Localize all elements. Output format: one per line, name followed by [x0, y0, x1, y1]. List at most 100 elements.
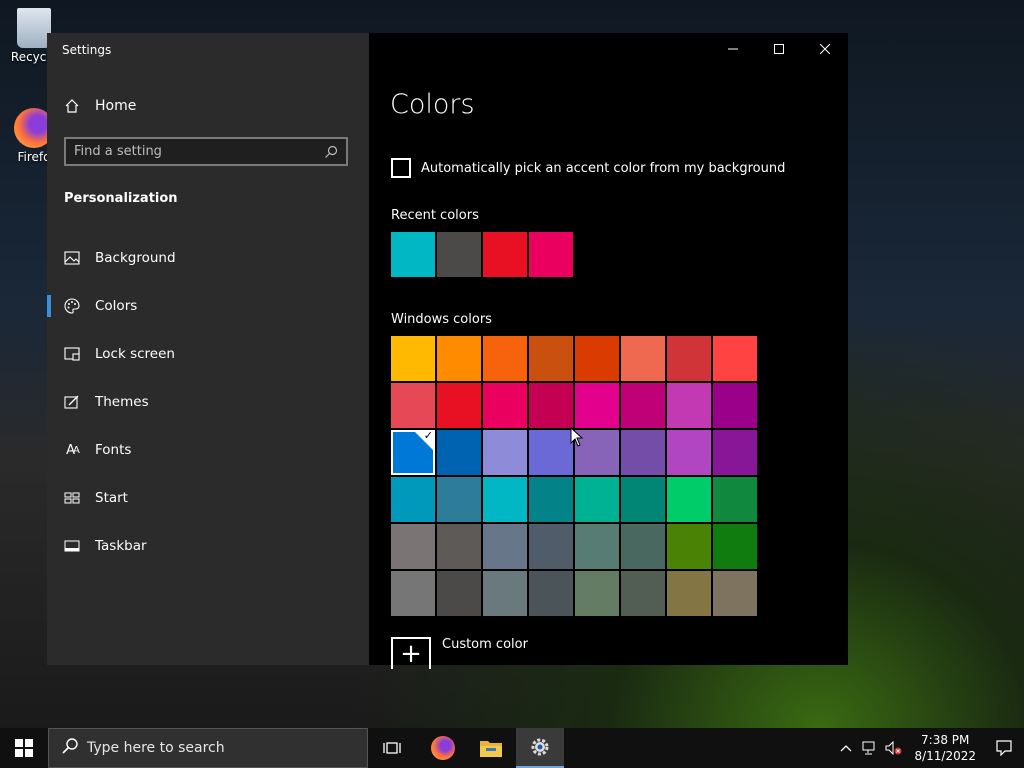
fonts-icon: AA [66, 442, 80, 458]
color-swatch[interactable] [667, 383, 711, 428]
color-swatch[interactable] [391, 383, 435, 428]
color-swatch[interactable] [621, 477, 665, 522]
task-view-icon [383, 742, 401, 754]
color-swatch[interactable] [391, 524, 435, 569]
checkmark-icon: ✓ [423, 429, 433, 442]
network-icon[interactable] [858, 741, 882, 755]
mouse-cursor-icon [570, 427, 584, 447]
color-swatch[interactable] [713, 524, 757, 569]
color-swatch[interactable] [391, 571, 435, 616]
color-swatch[interactable] [437, 524, 481, 569]
color-swatch[interactable] [621, 383, 665, 428]
color-swatch[interactable] [621, 571, 665, 616]
taskbar-firefox[interactable] [419, 728, 467, 768]
color-swatch[interactable] [713, 430, 757, 475]
settings-window: Settings Home Personalization Background… [47, 33, 848, 669]
color-swatch[interactable] [483, 336, 527, 381]
color-swatch[interactable] [713, 477, 757, 522]
color-swatch[interactable] [621, 524, 665, 569]
color-swatch[interactable] [667, 477, 711, 522]
start-icon [64, 490, 80, 506]
nav-item-fonts[interactable]: AA Fonts [47, 426, 369, 474]
color-swatch[interactable] [713, 336, 757, 381]
color-swatch[interactable] [437, 383, 481, 428]
color-swatch[interactable] [575, 524, 619, 569]
nav-home[interactable]: Home [64, 95, 136, 117]
taskbar-settings[interactable] [516, 728, 564, 768]
minimize-button[interactable] [710, 33, 756, 65]
taskbar-search-placeholder: Type here to search [87, 740, 225, 756]
color-swatch[interactable] [529, 571, 573, 616]
color-swatch[interactable] [529, 524, 573, 569]
folder-icon [480, 741, 502, 757]
color-swatch[interactable] [391, 336, 435, 381]
search-icon[interactable] [324, 145, 338, 159]
color-swatch[interactable] [713, 383, 757, 428]
color-swatch[interactable] [575, 336, 619, 381]
color-swatch[interactable] [483, 477, 527, 522]
nav-item-taskbar[interactable]: Taskbar [47, 522, 369, 570]
color-swatch[interactable] [667, 336, 711, 381]
minimize-icon [728, 48, 738, 50]
recent-color-swatch[interactable] [529, 232, 573, 277]
custom-color-button[interactable]: + Custom color [391, 637, 528, 669]
nav-item-start[interactable]: Start [47, 474, 369, 522]
color-swatch[interactable] [529, 477, 573, 522]
close-button[interactable] [802, 33, 848, 65]
auto-accent-checkbox-row[interactable]: Automatically pick an accent color from … [391, 158, 785, 178]
window-title: Settings [62, 43, 112, 57]
recent-colors [391, 232, 573, 277]
settings-search-box[interactable] [64, 137, 348, 166]
sidebar: Settings Home Personalization Background… [47, 33, 369, 665]
color-swatch[interactable] [391, 477, 435, 522]
taskbar-file-explorer[interactable] [467, 728, 515, 768]
color-swatch[interactable] [667, 571, 711, 616]
color-swatch[interactable] [437, 336, 481, 381]
color-swatch[interactable] [621, 430, 665, 475]
clock[interactable]: 7:38 PM 8/11/2022 [906, 732, 984, 764]
taskbar-search-box[interactable]: Type here to search [48, 728, 368, 768]
show-hidden-icons-button[interactable] [834, 744, 858, 752]
task-view-button[interactable] [368, 728, 416, 768]
gear-icon [531, 738, 549, 756]
color-swatch[interactable] [437, 477, 481, 522]
color-swatch[interactable] [437, 430, 481, 475]
action-center-button[interactable] [984, 740, 1024, 756]
auto-accent-checkbox[interactable] [391, 158, 411, 178]
page-title: Colors [390, 89, 475, 120]
color-swatch[interactable] [667, 430, 711, 475]
color-swatch[interactable] [621, 336, 665, 381]
nav-item-label: Themes [95, 394, 149, 410]
color-swatch[interactable]: ✓ [391, 429, 435, 475]
color-swatch[interactable] [529, 430, 573, 475]
close-icon [820, 44, 830, 54]
color-swatch[interactable] [483, 383, 527, 428]
picture-icon [64, 250, 80, 266]
color-swatch[interactable] [529, 336, 573, 381]
maximize-button[interactable] [756, 33, 802, 65]
color-swatch[interactable] [437, 571, 481, 616]
nav-item-colors[interactable]: Colors [47, 282, 369, 330]
volume-muted-icon[interactable] [882, 741, 906, 755]
color-swatch[interactable] [483, 524, 527, 569]
color-swatch[interactable] [575, 571, 619, 616]
windows-logo-icon [15, 739, 33, 757]
system-tray: 7:38 PM 8/11/2022 [834, 728, 1024, 768]
recent-color-swatch[interactable] [483, 232, 527, 277]
color-swatch[interactable] [713, 571, 757, 616]
content-pane: Colors Automatically pick an accent colo… [369, 33, 848, 669]
settings-search-input[interactable] [74, 144, 324, 159]
recent-color-swatch[interactable] [391, 232, 435, 277]
color-swatch[interactable] [483, 571, 527, 616]
start-button[interactable] [0, 728, 48, 768]
color-swatch[interactable] [529, 383, 573, 428]
recycle-bin-icon [17, 8, 51, 48]
nav-item-lock-screen[interactable]: Lock screen [47, 330, 369, 378]
nav-item-themes[interactable]: Themes [47, 378, 369, 426]
color-swatch[interactable] [575, 477, 619, 522]
color-swatch[interactable] [667, 524, 711, 569]
color-swatch[interactable] [575, 383, 619, 428]
color-swatch[interactable] [483, 430, 527, 475]
nav-item-background[interactable]: Background [47, 234, 369, 282]
recent-color-swatch[interactable] [437, 232, 481, 277]
